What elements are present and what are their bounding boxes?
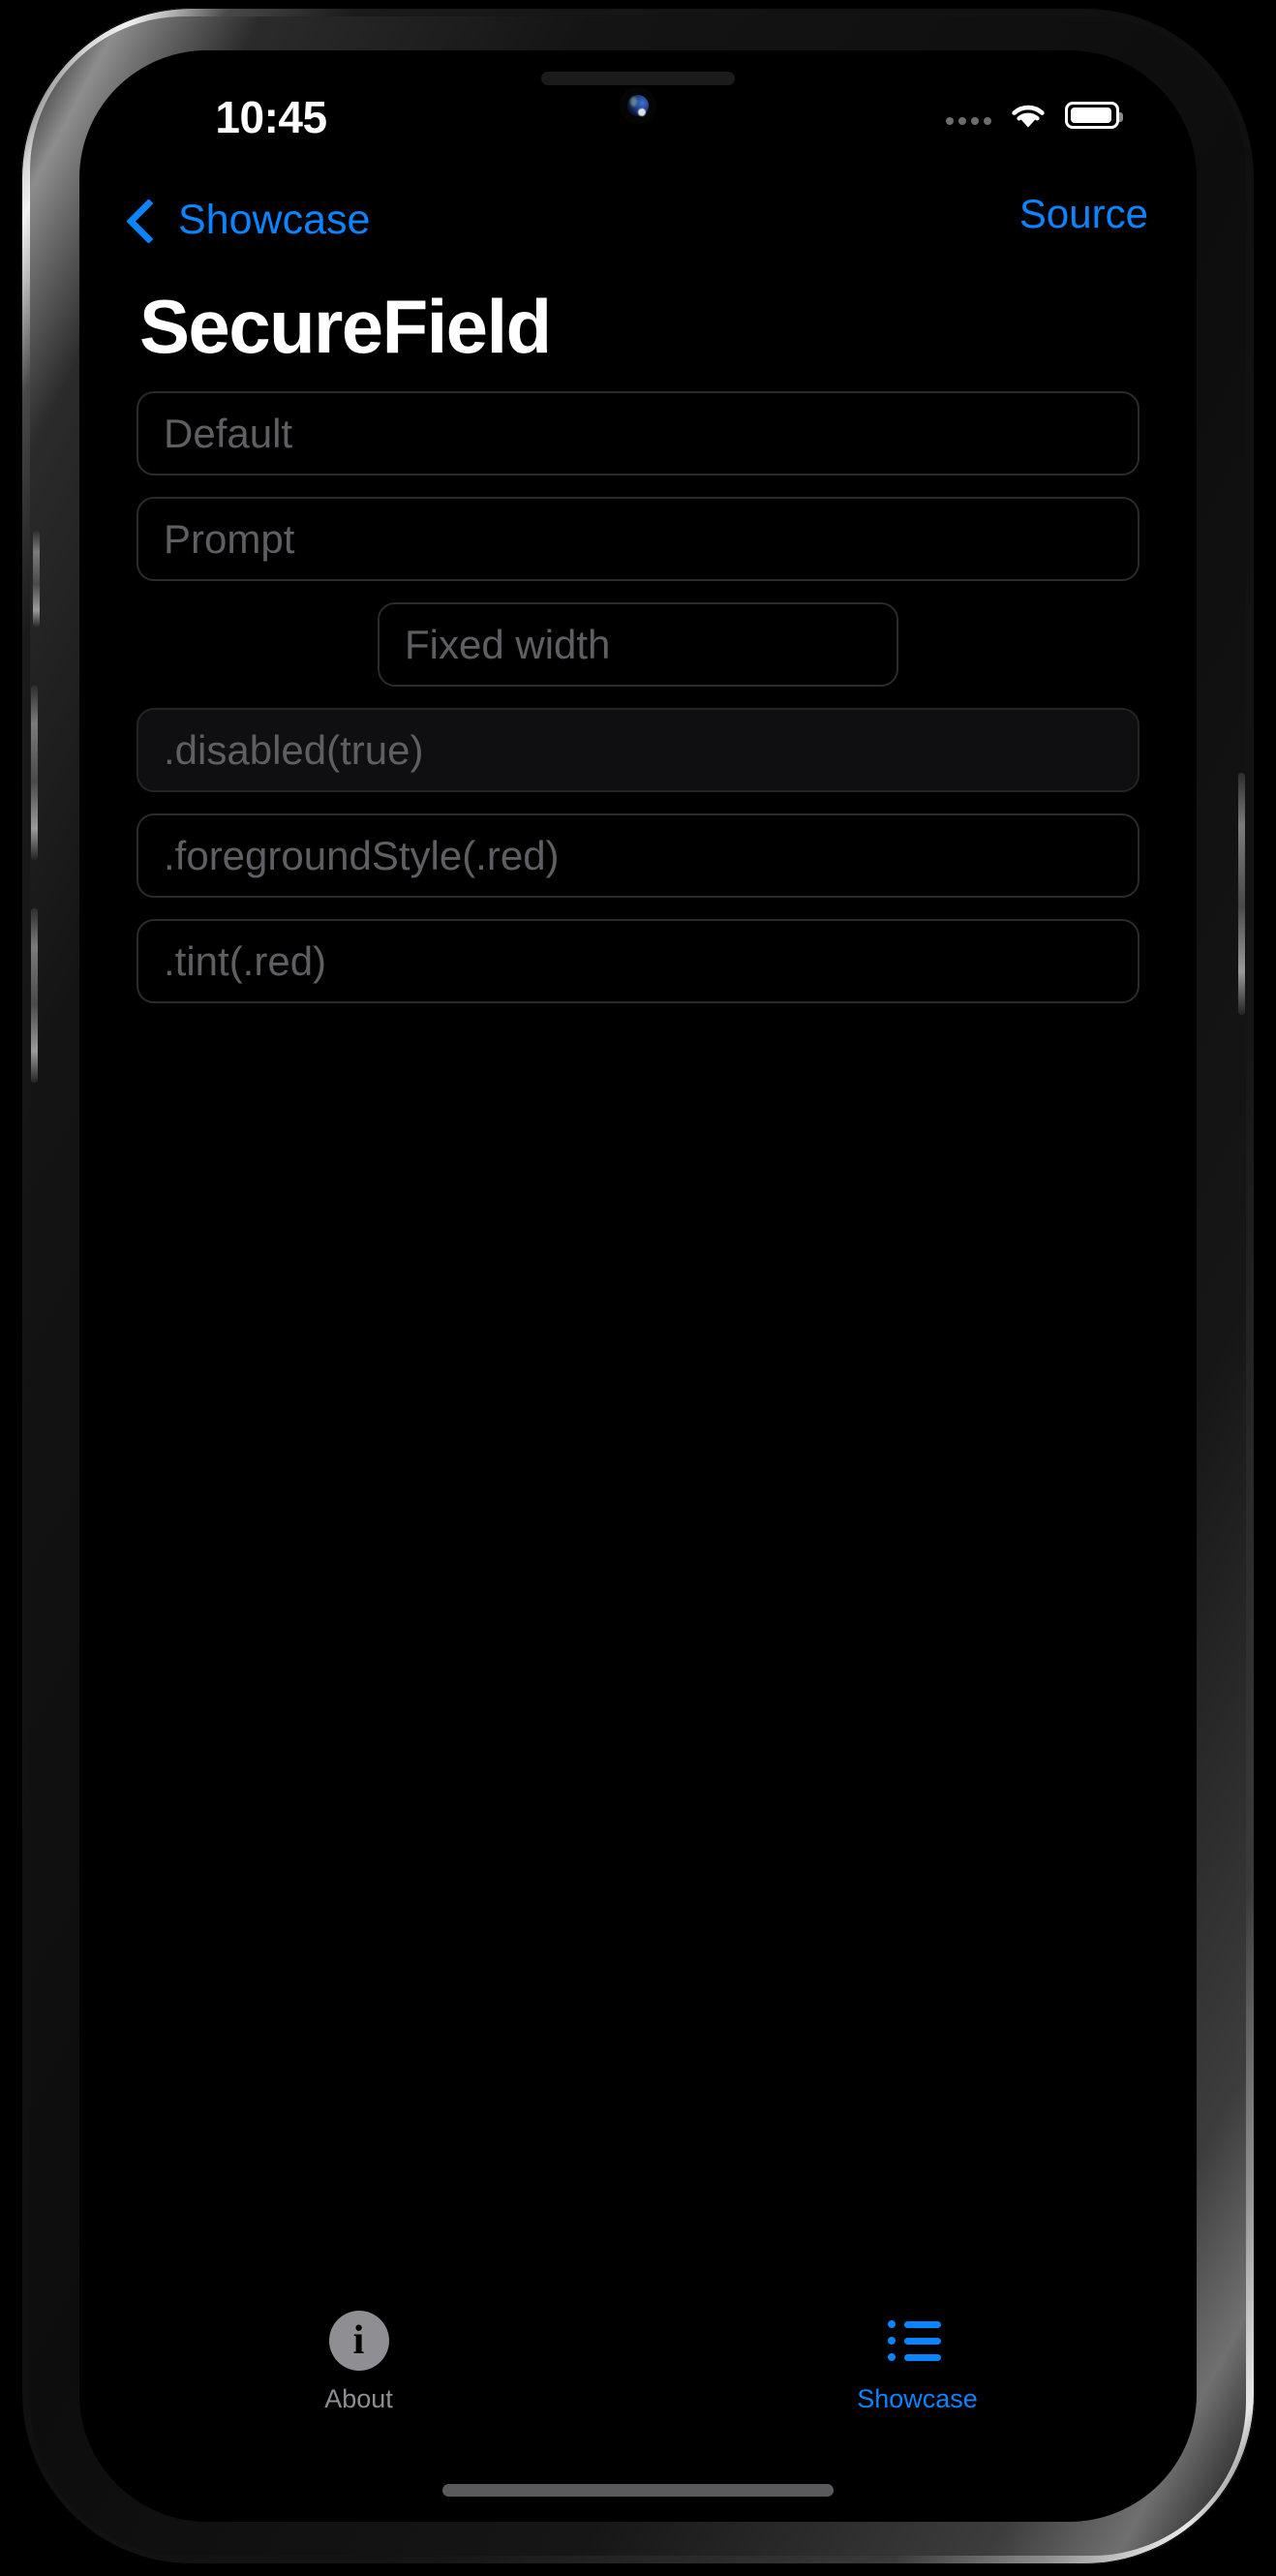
device-screen: 10:45 Showcase Source SecureField Defaul…: [79, 50, 1197, 2522]
secure-field-list: Default Prompt Fixed width .disabled(tru…: [79, 391, 1197, 1025]
navigation-bar: Showcase Source: [79, 186, 1197, 271]
secure-field-tint-red[interactable]: .tint(.red): [137, 919, 1139, 1003]
tab-about[interactable]: i About: [79, 2295, 638, 2440]
secure-field-foreground-style-red[interactable]: .foregroundStyle(.red): [137, 813, 1139, 898]
power-button[interactable]: [1238, 773, 1245, 1015]
volume-down-button[interactable]: [31, 908, 38, 1083]
silent-switch[interactable]: [33, 531, 40, 628]
source-button[interactable]: Source: [1019, 191, 1148, 237]
field-row: .disabled(true): [79, 708, 1197, 792]
field-row: .tint(.red): [79, 919, 1197, 1003]
battery-full-icon: [1065, 102, 1123, 129]
status-bar-time: 10:45: [215, 92, 327, 142]
home-indicator[interactable]: [442, 2484, 834, 2497]
field-row: .foregroundStyle(.red): [79, 813, 1197, 898]
chevron-left-icon: [126, 198, 171, 244]
page-title: SecureField: [139, 284, 552, 369]
tab-showcase-label: Showcase: [857, 2384, 978, 2413]
status-bar: 10:45: [79, 50, 1197, 196]
secure-field-default[interactable]: Default: [137, 391, 1139, 475]
tab-bar: i About Showcase: [79, 2295, 1197, 2440]
device-frame: 10:45 Showcase Source SecureField Defaul…: [21, 8, 1255, 2564]
status-bar-indicators: [946, 93, 1123, 138]
field-row: Default: [79, 391, 1197, 475]
secure-field-disabled: .disabled(true): [137, 708, 1139, 792]
earpiece-speaker: [541, 72, 735, 85]
field-row: Prompt: [79, 497, 1197, 581]
field-row: Fixed width: [79, 602, 1197, 687]
list-bullet-icon: [887, 2311, 948, 2371]
secure-field-fixed-width[interactable]: Fixed width: [378, 602, 898, 687]
camera-highlight: [638, 108, 646, 116]
front-camera: [620, 87, 656, 124]
tab-about-label: About: [324, 2384, 393, 2413]
volume-up-button[interactable]: [31, 686, 38, 860]
cellular-dots-icon: [946, 93, 991, 138]
screenshot-stage: 10:45 Showcase Source SecureField Defaul…: [0, 0, 1276, 2576]
back-button[interactable]: Showcase: [126, 186, 371, 254]
back-button-label: Showcase: [178, 196, 371, 243]
secure-field-prompt[interactable]: Prompt: [137, 497, 1139, 581]
tab-showcase[interactable]: Showcase: [638, 2295, 1197, 2440]
wifi-icon: [1008, 100, 1048, 131]
info-circle-icon: i: [328, 2311, 389, 2371]
